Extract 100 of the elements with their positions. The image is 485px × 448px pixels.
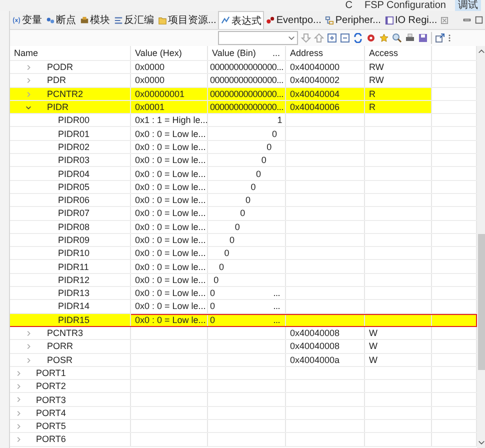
register-name: POSR [47, 354, 73, 366]
view-tab[interactable]: 表达式 [218, 11, 264, 29]
expression-combo[interactable] [218, 31, 298, 45]
tree-row[interactable]: PIDR05 0x0 : 0 = Low le... 0 [10, 180, 477, 194]
chevron-right-icon[interactable] [15, 396, 22, 404]
printer-icon[interactable] [405, 33, 415, 43]
tree-row[interactable]: PIDR01 0x0 : 0 = Low le... 0 [10, 127, 477, 141]
tree-row[interactable]: PIDR02 0x0 : 0 = Low le... 0 [10, 140, 477, 154]
tree-row[interactable]: PIDR04 0x0 : 0 = Low le... 0 [10, 167, 477, 181]
minimize-icon[interactable] [463, 16, 471, 24]
hex-value: 0x0 : 0 = Low le... [135, 180, 206, 193]
hex-value: 0x0000 [135, 74, 165, 86]
view-tab[interactable]: 反汇编 [112, 11, 156, 29]
tree-row[interactable]: PIDR 0x0001 00000000000000... 0x40040006 R [10, 100, 477, 114]
chevron-right-icon[interactable] [25, 356, 32, 364]
perspective-button[interactable]: C [342, 0, 356, 11]
tree-row[interactable]: PIDR10 0x0 : 0 = Low le... 0 [10, 247, 477, 260]
chevron-right-icon[interactable] [15, 410, 22, 417]
tree-row[interactable]: PODR 0x0000 00000000000000... 0x40040000 RW [10, 61, 477, 74]
chevron-right-icon[interactable] [15, 383, 22, 390]
register-name: PIDR09 [58, 234, 90, 246]
tree-row[interactable]: PCNTR3 0x40040008 W [10, 326, 477, 340]
perspective-button[interactable]: FSP Configuration [361, 0, 449, 11]
perspective-button[interactable]: 调试 [455, 0, 481, 11]
tree-row[interactable]: PIDR09 0x0 : 0 = Low le... 0 [10, 234, 477, 248]
export-icon[interactable] [435, 33, 445, 43]
chevron-down-icon[interactable] [25, 104, 32, 111]
tree-row[interactable]: PORT1 [10, 366, 477, 380]
access-value: RW [369, 61, 384, 74]
view-tab[interactable]: Peripher... [323, 11, 383, 29]
tree-row[interactable]: PIDR07 0x0 : 0 = Low le... 0 [10, 207, 477, 221]
tree-row[interactable]: PIDR15 0x0 : 0 = Low le... 0 ... [10, 314, 477, 327]
chevron-right-icon[interactable] [25, 330, 32, 337]
view-tab[interactable]: IO Regi... [382, 11, 450, 29]
scroll-thumb[interactable] [478, 234, 484, 370]
column-header[interactable]: Access [365, 46, 432, 60]
ellipsis-marker: ... [273, 314, 281, 326]
binary-value: 0 [256, 168, 261, 180]
hex-value: 0x1 : 1 = High le... [135, 114, 208, 126]
expand-all-icon[interactable] [327, 33, 337, 43]
chevron-right-icon[interactable] [25, 90, 32, 98]
view-tab[interactable]: 项目资源... [156, 11, 218, 29]
column-header[interactable]: Value (Bin) ... [208, 46, 286, 60]
tree-row[interactable]: PIDR08 0x0 : 0 = Low le... 0 [10, 220, 477, 234]
tree-row[interactable]: PIDR03 0x0 : 0 = Low le... 0 [10, 154, 477, 168]
scroll-down-icon[interactable] [478, 440, 484, 446]
access-value: W [369, 354, 378, 366]
tree-row[interactable]: PORT5 [10, 420, 477, 434]
scrollbar[interactable] [477, 46, 485, 448]
dots-icon [46, 16, 55, 24]
view-tab[interactable]: 变量 [10, 11, 44, 29]
dots-icon [266, 16, 276, 24]
hex-value: 0x0 : 0 = Low le... [135, 260, 206, 273]
more-icon[interactable] [448, 33, 451, 43]
column-header[interactable]: Address [286, 46, 365, 60]
tree-row[interactable]: PORT4 [10, 406, 477, 420]
refresh-icon[interactable] [353, 33, 363, 43]
hex-value: 0x0 : 0 = Low le... [135, 314, 206, 326]
tree-row[interactable]: PCNTR2 0x00000001 00000000000000... 0x40040004 R [10, 88, 477, 101]
tree-row[interactable]: PORT6 [10, 433, 477, 447]
column-header[interactable]: Name [10, 46, 131, 60]
arrow-down-icon[interactable] [301, 33, 311, 43]
binary-value: 0 [210, 314, 215, 326]
chevron-right-icon[interactable] [15, 423, 22, 430]
column-menu[interactable]: ... [272, 47, 282, 59]
tree-row[interactable]: PIDR12 0x0 : 0 = Low le... 0 [10, 274, 477, 288]
scroll-up-icon[interactable] [478, 48, 484, 54]
search-icon[interactable] [392, 33, 402, 43]
collapse-all-icon[interactable] [340, 33, 350, 43]
tree-row[interactable]: PIDR00 0x1 : 1 = High le... 1 [10, 114, 477, 128]
chevron-right-icon[interactable] [15, 436, 22, 444]
close-icon[interactable] [441, 16, 448, 24]
maximize-icon[interactable] [475, 16, 483, 24]
binary-value: 00000000000000... [210, 74, 284, 86]
hex-value: 0x0 : 0 = Low le... [135, 234, 206, 246]
tree-row[interactable]: PORT2 [10, 380, 477, 394]
hex-value: 0x0 : 0 = Low le... [135, 220, 206, 233]
chevron-right-icon[interactable] [25, 64, 32, 71]
tree-row[interactable]: PIDR06 0x0 : 0 = Low le... 0 [10, 194, 477, 208]
hex-value: 0x0 : 0 = Low le... [135, 207, 206, 220]
tree-row[interactable]: PORT3 [10, 393, 477, 407]
tree-row[interactable]: POSR 0x4004000a W [10, 354, 477, 367]
hex-value: 0x0 : 0 = Low le... [135, 194, 206, 206]
chevron-right-icon[interactable] [15, 370, 22, 377]
view-tab[interactable]: 断点 [44, 11, 78, 29]
star-icon[interactable] [379, 33, 389, 43]
tree-row[interactable]: PIDR13 0x0 : 0 = Low le... 0 ... [10, 287, 477, 300]
chevron-right-icon[interactable] [25, 343, 32, 350]
register-name: PIDR15 [58, 314, 90, 326]
view-tab[interactable]: 模块 [78, 11, 112, 29]
view-tab[interactable]: Eventpo... [264, 11, 324, 29]
chevron-right-icon[interactable] [25, 77, 32, 84]
tree-row[interactable]: PIDR11 0x0 : 0 = Low le... 0 [10, 260, 477, 274]
column-header[interactable]: Value (Hex) [131, 46, 208, 60]
arrow-up-icon[interactable] [314, 33, 324, 43]
tree-row[interactable]: PORR 0x40040008 W [10, 340, 477, 354]
save-icon[interactable] [418, 33, 428, 43]
register-name: PORT3 [36, 394, 66, 406]
binary-value: 0 [230, 234, 234, 246]
hex-value: 0x0 : 0 = Low le... [135, 140, 206, 153]
